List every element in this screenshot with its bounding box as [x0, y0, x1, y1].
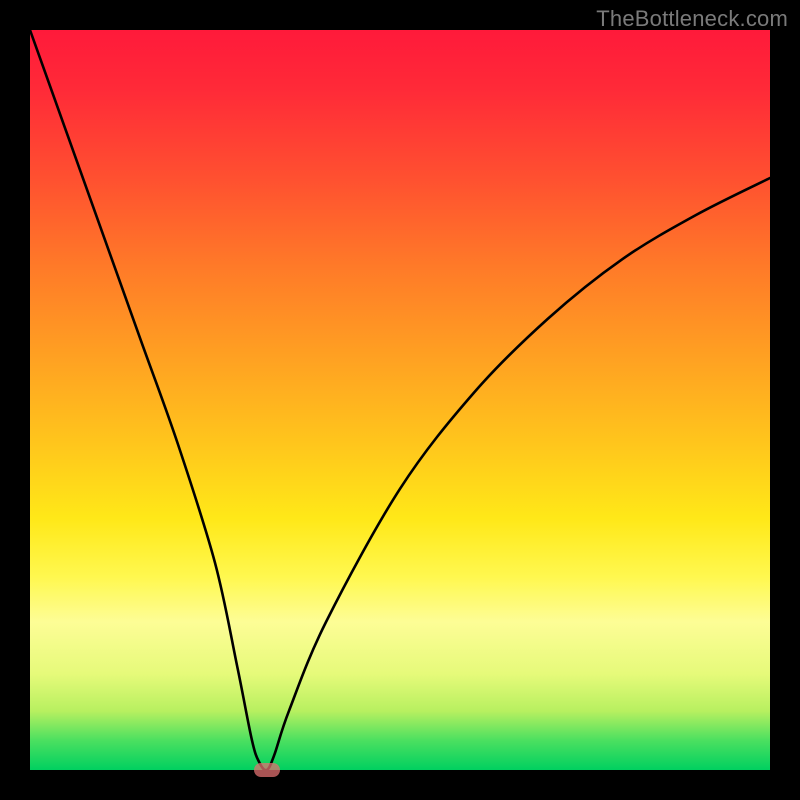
watermark-text: TheBottleneck.com	[596, 6, 788, 32]
minimum-marker	[254, 763, 280, 777]
plot-area	[30, 30, 770, 770]
bottleneck-curve	[30, 30, 770, 770]
chart-frame: TheBottleneck.com	[0, 0, 800, 800]
